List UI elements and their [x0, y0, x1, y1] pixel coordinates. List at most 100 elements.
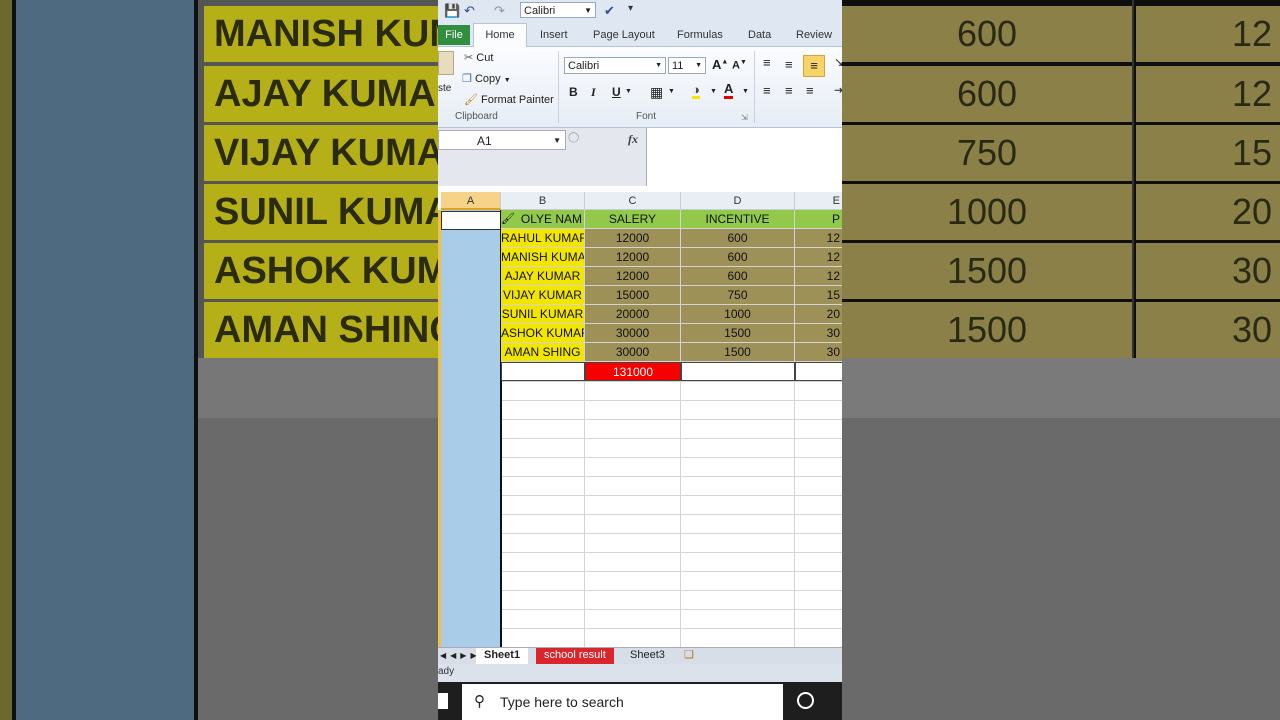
formula-resize-handle[interactable]: ◯	[568, 132, 579, 143]
tab-insert[interactable]: Insert	[540, 26, 568, 46]
bg-empty-area	[198, 418, 438, 720]
redo-icon[interactable]: ↷	[494, 3, 505, 19]
align-top-icon[interactable]: ≡	[763, 55, 771, 70]
cell-name[interactable]: SUNIL KUMAR	[501, 305, 585, 324]
column-header-a[interactable]: A	[441, 192, 501, 210]
cell-incentive[interactable]: 1000	[681, 305, 795, 324]
header-incentive[interactable]: INCENTIVE	[681, 210, 795, 229]
cell-incentive[interactable]: 600	[681, 229, 795, 248]
cell-name[interactable]: VIJAY KUMAR	[501, 286, 585, 305]
underline-button[interactable]: U	[612, 85, 621, 99]
cell-salary[interactable]: 30000	[585, 343, 681, 362]
column-header-d[interactable]: D	[681, 192, 795, 210]
font-family-select[interactable]: Calibri ▼	[564, 57, 666, 74]
chevron-down-icon[interactable]: ▼	[742, 88, 749, 95]
cut-button[interactable]: ✂ Cut	[464, 51, 493, 64]
cell-name[interactable]: RAHUL KUMAR	[501, 229, 585, 248]
cell-extra[interactable]: 12	[795, 267, 842, 286]
sheet-tab-sheet3[interactable]: Sheet3	[622, 648, 673, 664]
cell-incentive[interactable]: 600	[681, 248, 795, 267]
insert-sheet-icon[interactable]: ❏	[676, 648, 702, 664]
tab-formulas[interactable]: Formulas	[677, 26, 723, 46]
cell-empty[interactable]	[501, 362, 585, 381]
cell-incentive[interactable]: 1500	[681, 324, 795, 343]
chevron-down-icon[interactable]: ▼	[710, 88, 717, 95]
cell-name[interactable]: AJAY KUMAR	[501, 267, 585, 286]
font-size-select[interactable]: 11 ▼	[668, 57, 706, 74]
align-right-icon[interactable]: ≡	[806, 83, 814, 98]
group-separator	[754, 51, 755, 123]
tab-review[interactable]: Review	[796, 26, 832, 46]
worksheet-grid[interactable]: A B C D E 🖌 OLYE NAM SALERY INCENTIVE P R…	[438, 192, 842, 647]
align-center-icon[interactable]: ≡	[785, 83, 793, 98]
qat-font-select[interactable]: Calibri ▼	[520, 2, 596, 18]
cell-salary[interactable]: 30000	[585, 324, 681, 343]
cell-salary[interactable]: 12000	[585, 267, 681, 286]
cortana-icon[interactable]	[797, 692, 814, 709]
cell-name[interactable]: AMAN SHING	[501, 343, 585, 362]
cell-name[interactable]: ASHOK KUMAR	[501, 324, 585, 343]
cell-salary[interactable]: 15000	[585, 286, 681, 305]
borders-icon[interactable]: ▦	[650, 84, 663, 101]
column-header-c[interactable]: C	[585, 192, 681, 210]
tab-file[interactable]: File	[438, 25, 470, 45]
header-employee-name[interactable]: 🖌 OLYE NAM	[501, 210, 585, 229]
dialog-launcher-icon[interactable]: ⇲	[741, 113, 748, 122]
customize-qat-icon[interactable]: ▾	[628, 3, 633, 14]
bold-button[interactable]: B	[569, 85, 578, 99]
orientation-icon[interactable]: ↘	[834, 55, 842, 69]
cell-incentive[interactable]: 600	[681, 267, 795, 286]
align-middle-icon[interactable]: ≡	[785, 57, 793, 72]
selected-column-a[interactable]	[441, 210, 501, 647]
cell-name[interactable]: MANISH KUMAI	[501, 248, 585, 267]
cell-salary[interactable]: 12000	[585, 248, 681, 267]
align-left-icon[interactable]: ≡	[763, 83, 771, 98]
save-icon[interactable]: 💾	[444, 3, 460, 19]
cell-extra[interactable]: 30	[795, 324, 842, 343]
italic-button[interactable]: I	[591, 85, 596, 100]
undo-icon[interactable]: ↶	[464, 3, 475, 19]
insert-function-icon[interactable]: fx	[628, 132, 638, 147]
cell-total-salary[interactable]: 131000	[585, 362, 681, 381]
fill-color-icon[interactable]: ◑	[692, 83, 700, 99]
cell-incentive[interactable]: 1500	[681, 343, 795, 362]
grow-font-icon[interactable]: A▲	[712, 57, 728, 72]
shrink-font-icon[interactable]: A▼	[732, 59, 747, 72]
spelling-icon[interactable]: ✔	[604, 3, 615, 19]
cell-incentive[interactable]: 750	[681, 286, 795, 305]
sheet-tab-bar: ◀◀▶▶ Sheet1 school result Sheet3 ❏	[438, 647, 842, 666]
cell-extra[interactable]: 12	[795, 248, 842, 267]
paste-label[interactable]: ste	[438, 83, 451, 94]
cell-extra[interactable]: 12	[795, 229, 842, 248]
cell-salary[interactable]: 12000	[585, 229, 681, 248]
chevron-down-icon[interactable]: ▼	[668, 88, 675, 95]
tab-home[interactable]: Home	[473, 23, 527, 47]
cell-salary[interactable]: 20000	[585, 305, 681, 324]
column-header-b[interactable]: B	[501, 192, 585, 210]
align-bottom-icon[interactable]: ≡	[803, 55, 825, 77]
windows-start-icon[interactable]	[438, 693, 448, 709]
header-salary[interactable]: SALERY	[585, 210, 681, 229]
column-header-e[interactable]: E	[795, 192, 842, 210]
chevron-down-icon[interactable]: ▼	[625, 88, 632, 95]
tab-data[interactable]: Data	[748, 26, 771, 46]
cell-empty[interactable]	[681, 362, 795, 381]
font-color-icon[interactable]: A	[724, 82, 734, 99]
cell-extra[interactable]: 20	[795, 305, 842, 324]
cell-empty[interactable]	[795, 362, 842, 381]
paste-icon[interactable]	[438, 51, 454, 75]
active-cell-a1[interactable]	[441, 211, 501, 230]
background-right: 600 600 750 1000 1500 1500 12 12 15 20 3…	[842, 0, 1280, 720]
ribbon-tabs: File Home Insert Page Layout Formulas Da…	[438, 22, 842, 47]
copy-button[interactable]: ❐ Copy ▼	[462, 72, 511, 85]
sheet-tab-school-result[interactable]: school result	[536, 648, 614, 664]
tab-page-layout[interactable]: Page Layout	[593, 26, 655, 46]
format-painter-button[interactable]: 🖌 Format Painter	[464, 93, 554, 106]
indent-icon[interactable]: ⇥	[834, 83, 842, 97]
formula-input[interactable]	[646, 128, 842, 186]
taskbar-search-box[interactable]: ⚲ Type here to search	[462, 684, 783, 720]
name-box[interactable]: A1 ▼	[438, 130, 566, 150]
header-p[interactable]: P	[795, 210, 842, 229]
cell-extra[interactable]: 15	[795, 286, 842, 305]
cell-extra[interactable]: 30	[795, 343, 842, 362]
